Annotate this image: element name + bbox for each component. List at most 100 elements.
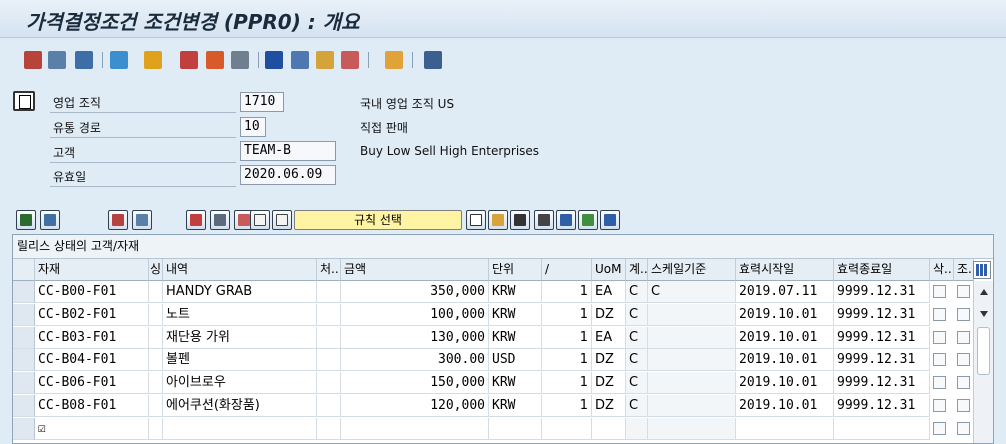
table-row[interactable]: CC-B03-F01 재단용 가위 130,000 KRW 1 EA C 2019.10.01… bbox=[13, 326, 973, 349]
cell-valid-to[interactable]: 9999.12.31 bbox=[834, 372, 930, 395]
table-cell[interactable] bbox=[149, 417, 163, 440]
sales-org-field[interactable]: 1710 bbox=[240, 92, 284, 112]
deletion-checkbox[interactable] bbox=[933, 421, 946, 435]
table-cell[interactable] bbox=[317, 417, 341, 440]
row-selector[interactable] bbox=[13, 349, 35, 372]
cell-valid-from[interactable]: 2019.10.01 bbox=[736, 395, 834, 417]
cell-per[interactable]: 1 bbox=[542, 395, 592, 417]
cell-valid-from[interactable]: 2019.10.01 bbox=[736, 303, 834, 326]
row-selector[interactable] bbox=[13, 417, 35, 440]
copy-row-button[interactable] bbox=[250, 210, 270, 230]
col-material[interactable]: 자재 bbox=[35, 259, 149, 281]
table-row[interactable]: CC-B06-F01 아이브로우 150,000 KRW 1 DZ C 2019.10.01 9… bbox=[13, 372, 973, 395]
details-icon[interactable] bbox=[291, 51, 309, 69]
col-deletion[interactable]: 삭.. bbox=[930, 259, 954, 281]
col-amount[interactable]: 금액 bbox=[341, 259, 489, 281]
condition-checkbox[interactable] bbox=[957, 330, 970, 344]
col-unit[interactable]: 단위 bbox=[489, 259, 542, 281]
cell-per[interactable]: 1 bbox=[542, 281, 592, 303]
deletion-checkbox[interactable] bbox=[933, 353, 946, 367]
cell-unit[interactable]: KRW bbox=[489, 372, 542, 395]
condition-checkbox[interactable] bbox=[957, 307, 970, 321]
execute-icon[interactable] bbox=[144, 51, 162, 69]
table-row[interactable]: ☑ bbox=[13, 417, 973, 440]
display-icon[interactable] bbox=[48, 51, 66, 69]
cell-unit[interactable]: KRW bbox=[489, 281, 542, 303]
table-row[interactable]: CC-B04-F01 볼펜 300.00 USD 1 DZ C 2019.10.01 9999.… bbox=[13, 349, 973, 372]
cell-amount[interactable]: 150,000 bbox=[341, 372, 489, 395]
rule-select-button[interactable]: 규칙 선택 bbox=[294, 210, 462, 230]
cell-amount[interactable]: 100,000 bbox=[341, 303, 489, 326]
scroll-up-icon[interactable] bbox=[980, 289, 988, 295]
user-icon[interactable] bbox=[385, 51, 403, 69]
cell-valid-from[interactable]: 2019.10.01 bbox=[736, 326, 834, 349]
row-selector[interactable] bbox=[13, 395, 35, 417]
col-per[interactable]: / bbox=[542, 259, 592, 281]
cell-amount[interactable]: 300.00 bbox=[341, 349, 489, 372]
delete-row-button[interactable] bbox=[108, 210, 128, 230]
table-cell[interactable] bbox=[317, 349, 341, 372]
cell-valid-to[interactable]: 9999.12.31 bbox=[834, 303, 930, 326]
col-processing[interactable]: 처.. bbox=[317, 259, 341, 281]
cell-material[interactable]: CC-B06-F01 bbox=[35, 372, 149, 395]
deletion-checkbox[interactable] bbox=[933, 399, 946, 412]
cell-valid-from[interactable] bbox=[736, 417, 834, 440]
deletion-checkbox[interactable] bbox=[933, 307, 946, 321]
sort-button[interactable] bbox=[578, 210, 598, 230]
col-sign[interactable]: 싱 bbox=[149, 259, 163, 281]
cell-description[interactable]: 볼펜 bbox=[163, 349, 317, 372]
col-uom[interactable]: UoM bbox=[592, 259, 626, 281]
cell-uom[interactable]: EA bbox=[592, 326, 626, 349]
table-cell[interactable] bbox=[149, 326, 163, 349]
row-selector[interactable] bbox=[13, 326, 35, 349]
table-cell[interactable] bbox=[149, 281, 163, 303]
table-cell[interactable] bbox=[149, 395, 163, 417]
table-cell[interactable] bbox=[317, 281, 341, 303]
cell-material[interactable]: CC-B08-F01 bbox=[35, 395, 149, 417]
customer-field[interactable]: TEAM-B bbox=[240, 141, 336, 161]
details-button[interactable] bbox=[488, 210, 508, 230]
cell-valid-to[interactable]: 9999.12.31 bbox=[834, 349, 930, 372]
condition-checkbox[interactable] bbox=[957, 353, 970, 367]
find-button[interactable] bbox=[510, 210, 530, 230]
table-cell[interactable] bbox=[317, 303, 341, 326]
cell-description[interactable]: HANDY GRAB bbox=[163, 281, 317, 303]
validity-periods-icon[interactable] bbox=[180, 51, 198, 69]
col-calc-type[interactable]: 계.. bbox=[626, 259, 648, 281]
other-condition-type-icon[interactable] bbox=[24, 51, 42, 69]
cell-scale-basis[interactable] bbox=[648, 349, 736, 372]
cell-material[interactable]: CC-B03-F01 bbox=[35, 326, 149, 349]
cell-scale-basis[interactable]: C bbox=[648, 281, 736, 303]
copy-icon[interactable] bbox=[110, 51, 128, 69]
new-document-button[interactable] bbox=[466, 210, 486, 230]
cell-unit[interactable]: KRW bbox=[489, 326, 542, 349]
cell-per[interactable]: 1 bbox=[542, 326, 592, 349]
col-valid-to[interactable]: 효력종료일 bbox=[834, 259, 930, 281]
condition-checkbox[interactable] bbox=[957, 376, 970, 390]
col-condition[interactable]: 조.. bbox=[954, 259, 974, 281]
header-data-button[interactable] bbox=[13, 91, 35, 111]
cell-valid-to[interactable]: 9999.12.31 bbox=[834, 395, 930, 417]
undo-button[interactable] bbox=[132, 210, 152, 230]
col-description[interactable]: 내역 bbox=[163, 259, 317, 281]
deletion-checkbox[interactable] bbox=[933, 330, 946, 344]
cell-amount[interactable]: 120,000 bbox=[341, 395, 489, 417]
cell-material[interactable]: CC-B00-F01 bbox=[35, 281, 149, 303]
table-cell[interactable] bbox=[149, 372, 163, 395]
free-goods-icon[interactable] bbox=[206, 51, 224, 69]
cell-valid-from[interactable]: 2019.07.11 bbox=[736, 281, 834, 303]
distribution-channel-field[interactable]: 10 bbox=[240, 117, 266, 137]
variable-key-icon[interactable] bbox=[75, 51, 93, 69]
cell-per[interactable]: 1 bbox=[542, 372, 592, 395]
cell-uom[interactable]: DZ bbox=[592, 349, 626, 372]
change-icon[interactable] bbox=[231, 51, 249, 69]
valid-date-field[interactable]: 2020.06.09 bbox=[240, 165, 336, 185]
cell-material[interactable]: CC-B04-F01 bbox=[35, 349, 149, 372]
paste-row-button[interactable] bbox=[272, 210, 292, 230]
cell-description[interactable] bbox=[163, 417, 317, 440]
cell-scale-basis[interactable] bbox=[648, 417, 736, 440]
col-valid-from[interactable]: 효력시작일 bbox=[736, 259, 834, 281]
col-scale-basis[interactable]: 스케일기준 bbox=[648, 259, 736, 281]
cell-description[interactable]: 노트 bbox=[163, 303, 317, 326]
cell-description[interactable]: 에어쿠션(화장품) bbox=[163, 395, 317, 417]
